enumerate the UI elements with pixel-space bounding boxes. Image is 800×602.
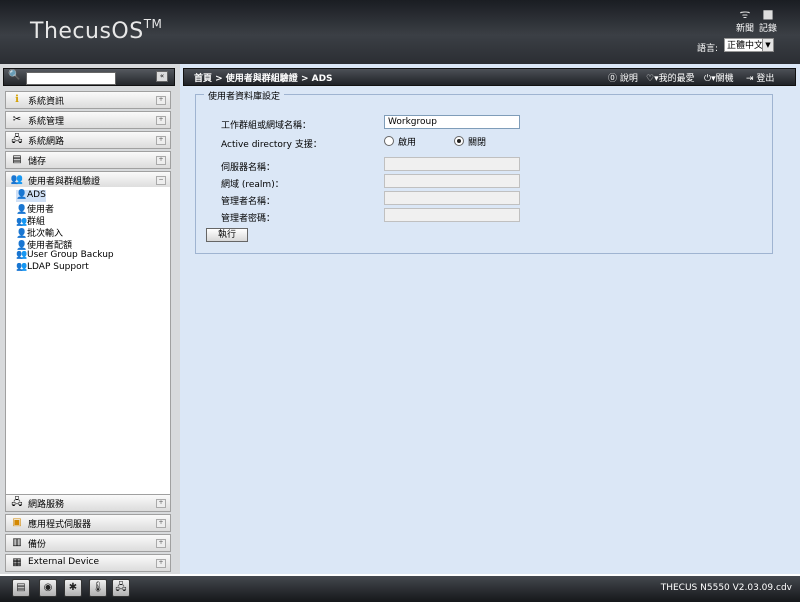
- realm-label: 網域 (realm)：: [221, 180, 284, 190]
- fieldset-legend: 使用者資料庫設定: [204, 89, 285, 102]
- sidebar-item-system-management[interactable]: ✂ 系統管理 +: [5, 111, 171, 129]
- help-button[interactable]: ⓪ 說明: [608, 71, 638, 84]
- search-icon: 🔍: [8, 70, 21, 81]
- apply-button[interactable]: 執行: [206, 228, 248, 242]
- expand-icon: +: [156, 116, 166, 125]
- ad-support-label: Active directory 支援：: [221, 140, 322, 150]
- info-icon: ℹ: [15, 94, 19, 105]
- server-name-input[interactable]: [384, 157, 520, 171]
- sidebar-item-system-network[interactable]: 🖧 系統網路 +: [5, 131, 171, 149]
- help-icon: ⓪: [608, 74, 620, 84]
- realm-input[interactable]: [384, 174, 520, 188]
- radio-dot-selected: [454, 136, 464, 146]
- radio-dot: [384, 136, 394, 146]
- expand-icon: +: [156, 539, 166, 548]
- breadcrumb: 首頁 > 使用者與群組驗證 > ADS: [194, 74, 333, 84]
- fan-icon[interactable]: ✱: [64, 579, 82, 597]
- ads-icon: 👤: [16, 190, 28, 200]
- logo: ThecusOSTM: [30, 17, 163, 44]
- sidebar-item-app-server[interactable]: ▣ 應用程式伺服器 +: [5, 514, 171, 532]
- sidebar-item-external-device[interactable]: ▦ External Device +: [5, 554, 171, 572]
- sidebar-subitem-batch-input[interactable]: 👤批次輸入: [16, 226, 63, 239]
- firmware-version: THECUS N5550 V2.03.09.cdv: [660, 583, 792, 593]
- sidebar-item-backup[interactable]: ▥ 備份 +: [5, 534, 171, 552]
- header: ThecusOSTM ᯤ 新聞 ■ 記錄 語言: 正體中文 ▼: [0, 0, 800, 64]
- admin-password-input[interactable]: [384, 208, 520, 222]
- collapse-icon: −: [156, 176, 166, 185]
- language-select[interactable]: 正體中文 ▼: [724, 38, 774, 52]
- ad-disable-radio[interactable]: 關閉: [454, 135, 486, 148]
- expand-icon: +: [156, 136, 166, 145]
- sidebar: 🔍 « ℹ 系統資訊 + ✂ 系統管理 + 🖧 系統網路 + ▤ 儲存 + 👥 …: [0, 64, 180, 580]
- logout-button[interactable]: ⇥ 登出: [746, 71, 774, 84]
- expand-icon: +: [156, 156, 166, 165]
- storage-icon: ▤: [12, 154, 22, 165]
- app-server-icon: ▣: [12, 517, 22, 528]
- disk-icon[interactable]: ▤: [12, 579, 30, 597]
- main-toolbar: 首頁 > 使用者與群組驗證 > ADS ⓪ 說明 ♡▾我的最愛 ⏻▾關機 ⇥ 登…: [183, 68, 796, 86]
- network-status-icon[interactable]: 🖧: [112, 579, 130, 597]
- speech-bubble-icon: ■: [762, 7, 774, 21]
- sidebar-item-storage[interactable]: ▤ 儲存 +: [5, 151, 171, 169]
- footer: ▤ ◉ ✱ 🌡 🖧 THECUS N5550 V2.03.09.cdv: [0, 574, 800, 602]
- backup-folder-icon: ▥: [12, 537, 22, 548]
- language-label: 語言:: [697, 44, 719, 54]
- shutdown-button[interactable]: ⏻▾關機: [704, 71, 734, 84]
- ad-enable-radio[interactable]: 啟用: [384, 135, 416, 148]
- workgroup-label: 工作群組或網域名稱：: [221, 121, 312, 131]
- heart-icon: ♡▾: [646, 74, 659, 84]
- expand-icon: +: [156, 96, 166, 105]
- sidebar-item-system-info[interactable]: ℹ 系統資訊 +: [5, 91, 171, 109]
- sidebar-subitem-user-quota[interactable]: 👤使用者配額: [16, 238, 72, 251]
- hdd-icon[interactable]: ◉: [39, 579, 57, 597]
- temperature-icon[interactable]: 🌡: [89, 579, 107, 597]
- network-icon: 🖧: [11, 134, 23, 145]
- network-service-icon: 🖧: [11, 497, 23, 508]
- workgroup-input[interactable]: Workgroup: [384, 115, 520, 129]
- log-button[interactable]: ■ 記錄: [753, 7, 783, 35]
- sidebar-subitem-groups[interactable]: 👥群組: [16, 214, 45, 227]
- favorites-button[interactable]: ♡▾我的最愛: [646, 71, 695, 84]
- logout-icon: ⇥: [746, 74, 757, 84]
- sidebar-subitem-ads[interactable]: 👤ADS: [16, 190, 46, 202]
- sidebar-subitem-user-group-backup[interactable]: 👥User Group Backup: [16, 250, 114, 262]
- sidebar-item-network-service[interactable]: 🖧 網路服務 +: [5, 494, 171, 512]
- ldap-icon: 👥: [16, 262, 28, 272]
- expand-icon: +: [156, 499, 166, 508]
- search-bar: 🔍 «: [3, 68, 175, 86]
- power-icon: ⏻▾: [704, 74, 716, 84]
- submenu-users-groups: 👤ADS 👤使用者 👥群組 👤批次輸入 👤使用者配額 👥User Group B…: [5, 187, 171, 497]
- backup-icon: 👥: [16, 250, 28, 260]
- external-device-icon: ▦: [12, 557, 22, 568]
- admin-password-label: 管理者密碼：: [221, 214, 276, 224]
- expand-icon: +: [156, 519, 166, 528]
- main-panel: 首頁 > 使用者與群組驗證 > ADS ⓪ 說明 ♡▾我的最愛 ⏻▾關機 ⇥ 登…: [180, 64, 800, 580]
- expand-icon: +: [156, 559, 166, 568]
- admin-name-label: 管理者名稱：: [221, 197, 276, 207]
- collapse-sidebar-icon[interactable]: «: [156, 71, 168, 82]
- admin-name-input[interactable]: [384, 191, 520, 205]
- tools-icon: ✂: [12, 114, 22, 125]
- sidebar-subitem-users[interactable]: 👤使用者: [16, 202, 54, 215]
- sidebar-subitem-ldap-support[interactable]: 👥LDAP Support: [16, 262, 89, 274]
- server-name-label: 伺服器名稱：: [221, 163, 276, 173]
- search-input[interactable]: [26, 72, 116, 85]
- user-database-settings: 使用者資料庫設定 工作群組或網域名稱： Workgroup Active dir…: [195, 89, 773, 254]
- users-icon: 👥: [10, 174, 24, 185]
- chevron-down-icon: ▼: [762, 38, 774, 52]
